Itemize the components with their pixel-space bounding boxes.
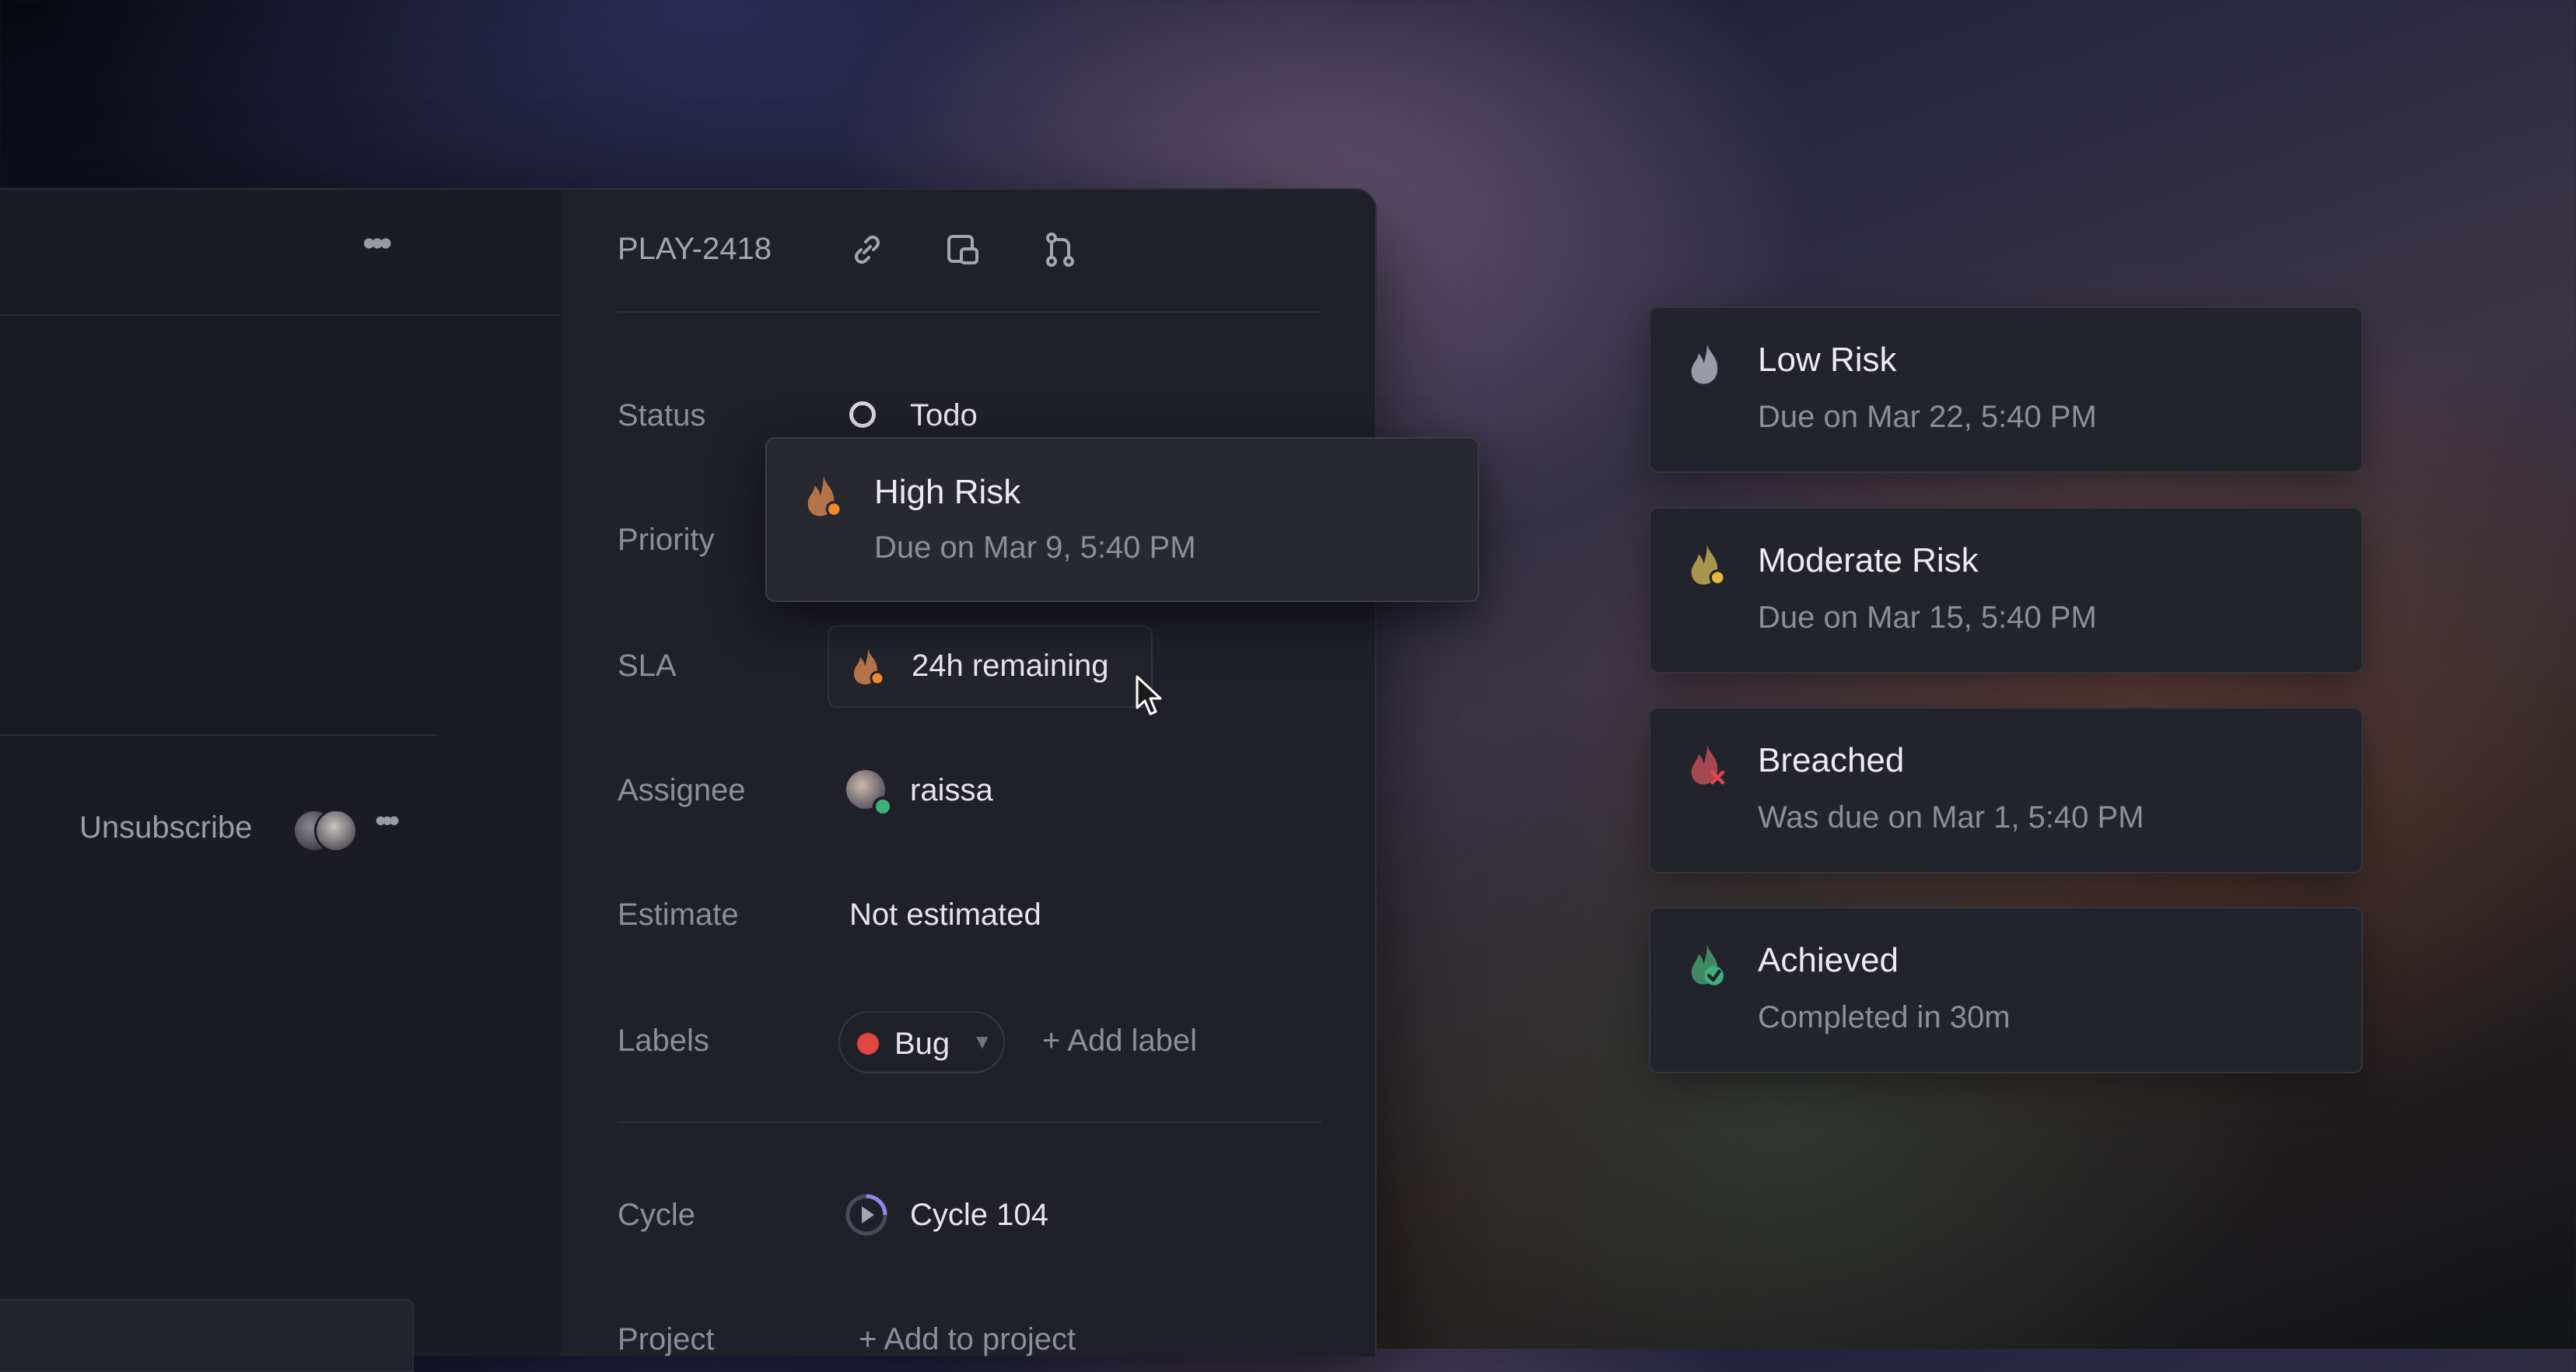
online-status-dot bbox=[873, 796, 893, 817]
sla-tooltip-title: High Risk bbox=[874, 473, 1021, 511]
cycle-icon bbox=[845, 1194, 887, 1236]
properties-divider bbox=[618, 1122, 1322, 1123]
label-tag-bug[interactable]: Bug ▼ bbox=[838, 1011, 1005, 1073]
issue-window: ••• Unsubscribe ••• bbox=[0, 188, 1377, 1372]
sla-tooltip: High Risk Due on Mar 9, 5:40 PM bbox=[765, 437, 1479, 602]
sla-card-achieved: Achieved Completed in 30m bbox=[1649, 907, 2363, 1073]
issue-identifier[interactable]: PLAY-2418 bbox=[618, 232, 772, 267]
subscriber-avatars[interactable] bbox=[292, 809, 358, 852]
sla-card-moderate-risk: Moderate Risk Due on Mar 15, 5:40 PM bbox=[1649, 507, 2363, 674]
chevron-down-icon: ▼ bbox=[972, 1030, 992, 1053]
git-branch-icon[interactable] bbox=[1041, 230, 1080, 269]
sla-card-title: Achieved bbox=[1758, 941, 1899, 979]
sla-chip[interactable]: 24h remaining bbox=[828, 625, 1153, 708]
sla-card-low-risk: Low Risk Due on Mar 22, 5:40 PM bbox=[1649, 306, 2363, 473]
toolbar-divider bbox=[618, 311, 1322, 313]
estimate-value[interactable]: Not estimated bbox=[849, 898, 1041, 933]
labels-label: Labels bbox=[618, 1024, 709, 1058]
sla-tooltip-subtitle: Due on Mar 9, 5:40 PM bbox=[874, 530, 1196, 565]
priority-label: Priority bbox=[618, 523, 715, 557]
flame-orange-dot-icon bbox=[853, 649, 885, 686]
more-actions-icon[interactable]: ••• bbox=[362, 226, 393, 263]
cycle-label: Cycle bbox=[618, 1198, 696, 1232]
add-to-project-button[interactable]: + Add to project bbox=[859, 1322, 1076, 1357]
sla-card-breached: Breached Was due on Mar 1, 5:40 PM bbox=[1649, 707, 2363, 873]
sla-label: SLA bbox=[618, 649, 677, 683]
sla-card-title: Low Risk bbox=[1758, 341, 1897, 379]
status-value[interactable]: Todo bbox=[910, 398, 978, 433]
cycle-value[interactable]: Cycle 104 bbox=[910, 1198, 1048, 1233]
mouse-cursor-icon bbox=[1136, 675, 1162, 716]
assignee-value[interactable]: raissa bbox=[910, 773, 993, 808]
sla-card-subtitle: Due on Mar 15, 5:40 PM bbox=[1758, 600, 2097, 635]
add-label-button[interactable]: + Add label bbox=[1042, 1024, 1197, 1059]
copy-id-icon[interactable] bbox=[944, 230, 983, 269]
project-label: Project bbox=[618, 1322, 715, 1356]
assignee-label: Assignee bbox=[618, 773, 746, 807]
activity-more-icon[interactable]: ••• bbox=[375, 804, 400, 837]
sla-card-subtitle: Due on Mar 22, 5:40 PM bbox=[1758, 400, 2097, 434]
copy-link-icon[interactable] bbox=[848, 230, 887, 269]
estimate-label: Estimate bbox=[618, 898, 739, 932]
label-tag-name: Bug bbox=[894, 1027, 950, 1061]
flame-orange-dot-icon bbox=[807, 476, 842, 518]
sla-card-title: Moderate Risk bbox=[1758, 541, 1979, 579]
issue-main-pane: ••• Unsubscribe ••• bbox=[0, 190, 560, 1372]
flame-red-x-icon bbox=[1691, 744, 1725, 785]
sla-card-subtitle: Was due on Mar 1, 5:40 PM bbox=[1758, 800, 2144, 835]
activity-divider bbox=[0, 734, 437, 736]
sla-value: 24h remaining bbox=[912, 649, 1109, 683]
flame-gray-icon bbox=[1691, 344, 1718, 384]
avatar bbox=[314, 809, 358, 852]
sla-card-subtitle: Completed in 30m bbox=[1758, 1000, 2011, 1034]
todo-status-icon bbox=[849, 401, 876, 428]
status-label: Status bbox=[618, 398, 706, 432]
sla-card-title: Breached bbox=[1758, 741, 1905, 779]
flame-yellow-dot-icon bbox=[1691, 544, 1726, 586]
label-color-dot bbox=[857, 1033, 879, 1055]
comment-composer[interactable] bbox=[0, 1299, 414, 1372]
header-divider bbox=[0, 314, 560, 316]
unsubscribe-button[interactable]: Unsubscribe bbox=[79, 810, 252, 845]
flame-green-check-icon bbox=[1691, 944, 1724, 985]
